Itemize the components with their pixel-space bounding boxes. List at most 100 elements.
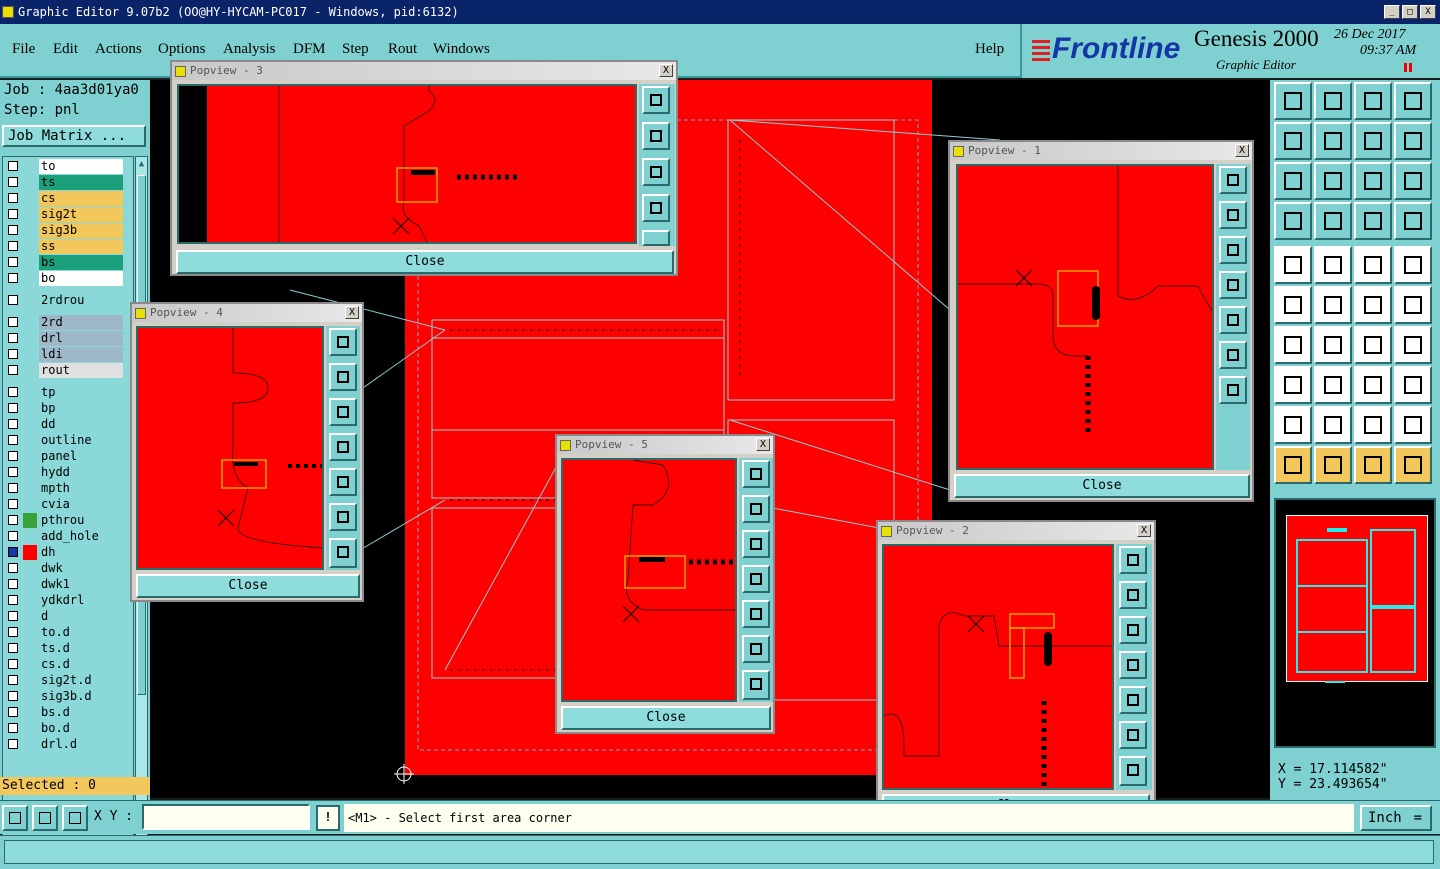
ruler-icon[interactable]: [1354, 246, 1392, 284]
add-line-icon[interactable]: [1274, 286, 1312, 324]
popview-zoom-out-icon[interactable]: [742, 670, 770, 700]
select-box-icon[interactable]: [1314, 446, 1352, 484]
layer-checkbox[interactable]: [8, 563, 18, 573]
feature-icon[interactable]: [1394, 326, 1432, 364]
pan-right-icon[interactable]: [1314, 122, 1352, 160]
layer-checkbox[interactable]: [8, 579, 18, 589]
layer-name[interactable]: to.d: [39, 625, 123, 640]
menu-rout[interactable]: Rout: [388, 41, 417, 58]
layer-name[interactable]: to: [39, 159, 123, 174]
layer-checkbox[interactable]: [8, 257, 18, 267]
layer-checkbox[interactable]: [8, 225, 18, 235]
popview-pan-down-icon[interactable]: [329, 398, 357, 426]
popview-pan-right-icon[interactable]: [1119, 686, 1147, 714]
triangle-a-icon[interactable]: [1274, 406, 1312, 444]
pause-icon[interactable]: [1404, 63, 1412, 72]
layer-checkbox[interactable]: [8, 691, 18, 701]
popview-pan-down-icon[interactable]: [1219, 236, 1247, 264]
layer-checkbox[interactable]: [8, 515, 18, 525]
layer-name[interactable]: sig3b: [39, 223, 123, 238]
menu-step[interactable]: Step: [342, 41, 369, 58]
layer-row[interactable]: rout: [5, 363, 123, 378]
popview-zoom-home-icon[interactable]: [742, 460, 770, 488]
popview-pan-right-icon[interactable]: [1219, 306, 1247, 334]
layer-name[interactable]: sig2t: [39, 207, 123, 222]
popview-view[interactable]: [136, 326, 324, 570]
maximize-button[interactable]: □: [1402, 5, 1418, 19]
layer-row[interactable]: bo: [5, 271, 123, 286]
popview-pan-up-icon[interactable]: [742, 495, 770, 523]
layer-checkbox[interactable]: [8, 675, 18, 685]
arc-tool-icon[interactable]: [1354, 326, 1392, 364]
layer-checkbox[interactable]: [8, 499, 18, 509]
select-arrow-icon[interactable]: [1274, 446, 1312, 484]
board-overview-map[interactable]: [1274, 498, 1436, 748]
layer-order-icon[interactable]: [1354, 202, 1392, 240]
layer-checkbox[interactable]: [8, 659, 18, 669]
select-area-icon[interactable]: [1354, 446, 1392, 484]
layer-name[interactable]: sig2t.d: [39, 673, 123, 688]
menu-options[interactable]: Options: [158, 41, 206, 58]
layer-name[interactable]: outline: [39, 433, 123, 448]
snap-mode-icon[interactable]: [2, 805, 28, 831]
layer-name[interactable]: bo: [39, 271, 123, 286]
popview-zoom-in-icon[interactable]: [329, 503, 357, 531]
popview-zoom-out-icon[interactable]: [1119, 756, 1147, 786]
layer-row[interactable]: dwk: [5, 561, 123, 576]
layer-checkbox[interactable]: [8, 451, 18, 461]
layer-row[interactable]: bo.d: [5, 721, 123, 736]
layer-checkbox[interactable]: [8, 531, 18, 541]
layer-row[interactable]: ldi: [5, 347, 123, 362]
layer-row[interactable]: sig2t: [5, 207, 123, 222]
layer-row[interactable]: 2rdrou: [5, 293, 123, 308]
popview-close-button[interactable]: Close: [136, 574, 360, 598]
popview-zoom-out-icon[interactable]: [329, 538, 357, 568]
layer-row[interactable]: outline: [5, 433, 123, 448]
layer-name[interactable]: drl.d: [39, 737, 123, 752]
layer-name[interactable]: dwk1: [39, 577, 123, 592]
layer-checkbox[interactable]: [8, 595, 18, 605]
popview-pan-up-icon[interactable]: [1219, 201, 1247, 229]
add-arc-icon[interactable]: [1354, 286, 1392, 324]
job-matrix-button[interactable]: Job Matrix ...: [2, 125, 146, 147]
center-icon[interactable]: [1314, 162, 1352, 200]
popview-pan-up-icon[interactable]: [329, 363, 357, 391]
layer-row[interactable]: drl.d: [5, 737, 123, 752]
layer-row[interactable]: mpth: [5, 481, 123, 496]
popview-zoom-in-icon[interactable]: [1219, 341, 1247, 369]
units-select[interactable]: Inch =: [1360, 805, 1432, 831]
popview-pan-left-icon[interactable]: [329, 433, 357, 461]
layer-row[interactable]: ydkdrl: [5, 593, 123, 608]
layer-checkbox[interactable]: [8, 643, 18, 653]
layer-row[interactable]: hydd: [5, 465, 123, 480]
layer-name[interactable]: cs: [39, 191, 123, 206]
layer-name[interactable]: panel: [39, 449, 123, 464]
layer-name[interactable]: bs.d: [39, 705, 123, 720]
layer-row[interactable]: sig2t.d: [5, 673, 123, 688]
layer-name[interactable]: bo.d: [39, 721, 123, 736]
popview-close-icon[interactable]: X: [1235, 144, 1249, 157]
minimize-button[interactable]: _: [1384, 5, 1400, 19]
popview-view[interactable]: [561, 458, 737, 702]
layer-order-alt-icon[interactable]: [1394, 202, 1432, 240]
popview-close-icon[interactable]: X: [659, 64, 673, 77]
layer-name[interactable]: drl: [39, 331, 123, 346]
layer-name[interactable]: dwk: [39, 561, 123, 576]
popview-zoom-in-icon[interactable]: [742, 635, 770, 663]
popview-pan-up-icon[interactable]: [642, 122, 670, 150]
layer-row[interactable]: cs: [5, 191, 123, 206]
popview-zoom-home-icon[interactable]: [1219, 166, 1247, 194]
menu-help[interactable]: Help: [975, 41, 1004, 58]
layer-checkbox[interactable]: [8, 273, 18, 283]
layer-checkbox[interactable]: [8, 723, 18, 733]
popview-pan-left-icon[interactable]: [1219, 271, 1247, 299]
popview-pan-down-icon[interactable]: [642, 158, 670, 186]
layer-name[interactable]: cvia: [39, 497, 123, 512]
popview-close-icon[interactable]: X: [345, 306, 359, 319]
layer-name[interactable]: ss: [39, 239, 123, 254]
copy-icon[interactable]: [1394, 366, 1432, 404]
popview-zoom-in-icon[interactable]: [1119, 721, 1147, 749]
layer-checkbox[interactable]: [8, 611, 18, 621]
layer-checkbox[interactable]: [8, 739, 18, 749]
layer-checkbox[interactable]: [8, 435, 18, 445]
